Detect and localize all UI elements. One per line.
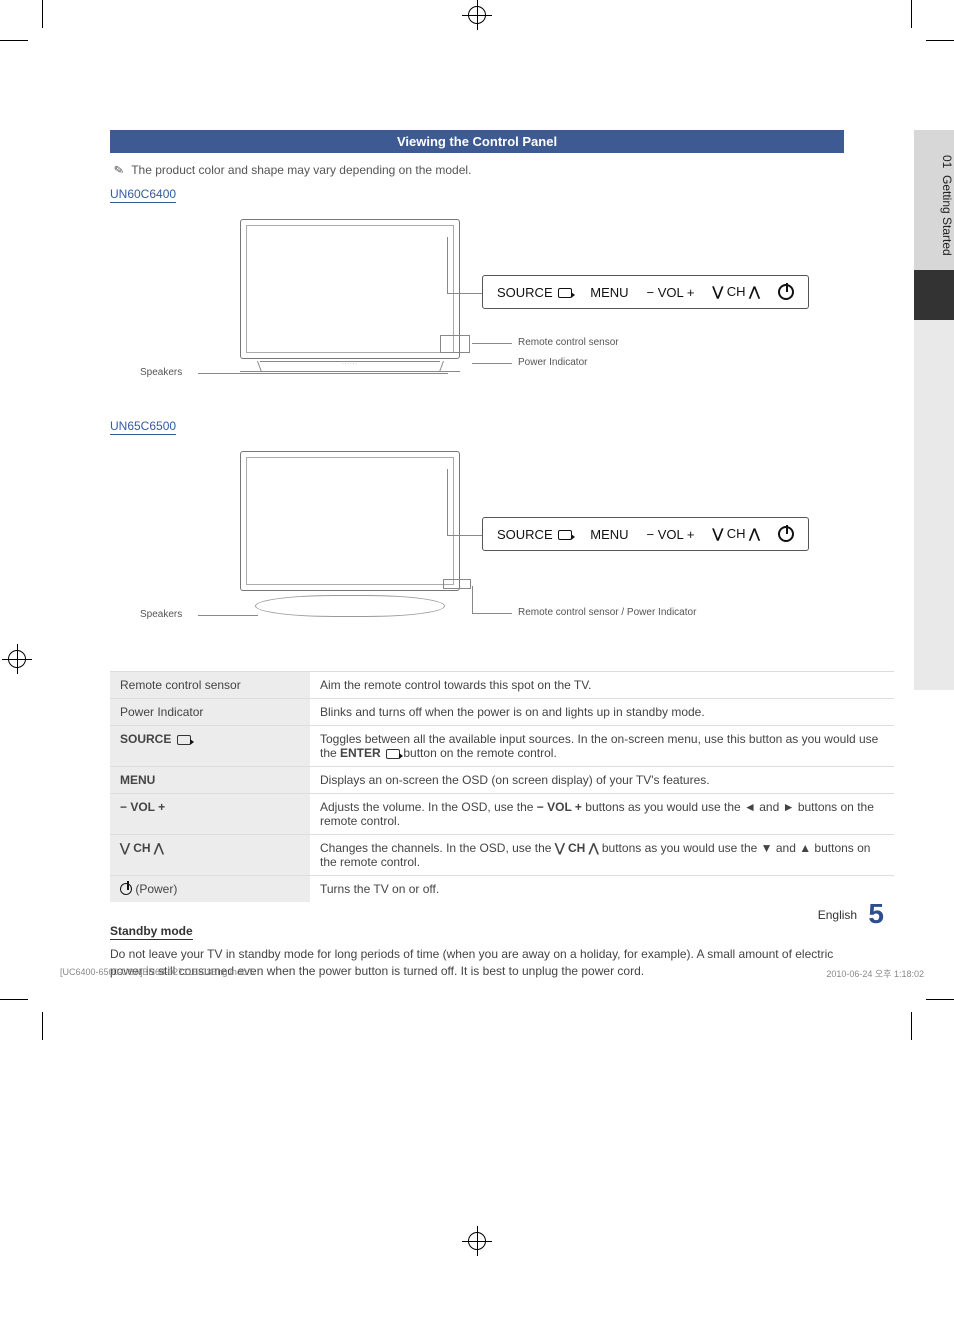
power-icon [120, 883, 132, 895]
table-row: SOURCE Toggles between all the available… [110, 726, 894, 767]
cell-desc: Toggles between all the available input … [310, 726, 894, 767]
table-row: ⋁ CH ⋀ Changes the channels. In the OSD,… [110, 835, 894, 876]
power-icon[interactable] [778, 526, 794, 542]
cell-desc: Displays an on-screen the OSD (on screen… [310, 767, 894, 794]
callout-combined: Remote control sensor / Power Indicator [518, 607, 696, 618]
print-footer: [UC6400-6500-USA]BN68-02711E-03Eng.indb … [60, 967, 924, 980]
callout-power-indicator: Power Indicator [518, 357, 587, 368]
menu-button[interactable]: MENU [590, 285, 628, 300]
note-line: ✎ The product color and shape may vary d… [114, 163, 894, 177]
table-row: (Power) Turns the TV on or off. [110, 876, 894, 903]
enter-icon [558, 530, 572, 540]
section-title: Viewing the Control Panel [397, 134, 557, 149]
cell-desc: Adjusts the volume. In the OSD, use the … [310, 794, 894, 835]
table-row: − VOL + Adjusts the volume. In the OSD, … [110, 794, 894, 835]
control-panel-strip: SOURCE MENU − VOL + ⋁ CH ⋀ [482, 275, 809, 309]
cell-desc: Changes the channels. In the OSD, use th… [310, 835, 894, 876]
footer-language: English [818, 908, 857, 922]
note-icon: ✎ [113, 162, 125, 178]
enter-icon [558, 288, 572, 298]
section-header: Viewing the Control Panel [110, 130, 844, 153]
cell-desc: Turns the TV on or off. [310, 876, 894, 903]
menu-button[interactable]: MENU [590, 527, 628, 542]
chapter-number: 01 [940, 155, 954, 168]
cell-label: SOURCE [110, 726, 310, 767]
model-heading-1: UN60C6400 [110, 187, 176, 203]
enter-icon [177, 735, 191, 745]
chapter-tab: 01 Getting Started [914, 130, 954, 690]
chapter-title: Getting Started [940, 175, 954, 256]
volume-buttons[interactable]: − VOL + [647, 285, 695, 300]
diagram-model-2: ∙∙∙∙∙∙ Speakers Remote control sensor / … [110, 441, 844, 661]
cell-desc: Blinks and turns off when the power is o… [310, 699, 894, 726]
channel-buttons[interactable]: ⋁ CH ⋀ [712, 526, 759, 542]
callout-remote-sensor: Remote control sensor [518, 337, 619, 348]
cell-label: (Power) [110, 876, 310, 903]
source-button[interactable]: SOURCE [497, 285, 572, 300]
page-footer: English 5 [818, 898, 884, 930]
cell-label: ⋁ CH ⋀ [110, 835, 310, 876]
cell-desc: Aim the remote control towards this spot… [310, 672, 894, 699]
print-file: [UC6400-6500-USA]BN68-02711E-03Eng.indb … [60, 967, 254, 980]
table-row: Power Indicator Blinks and turns off whe… [110, 699, 894, 726]
control-panel-table: Remote control sensor Aim the remote con… [110, 671, 894, 902]
speakers-label: Speakers [140, 609, 182, 620]
page-number: 5 [868, 898, 884, 929]
registration-mark-icon [468, 1232, 486, 1250]
diagram-model-1: ∙∙∙∙∙∙ Speakers Remote control sensor Po… [110, 209, 844, 419]
cell-label: − VOL + [110, 794, 310, 835]
table-row: Remote control sensor Aim the remote con… [110, 672, 894, 699]
channel-buttons[interactable]: ⋁ CH ⋀ [712, 284, 759, 300]
note-text: The product color and shape may vary dep… [131, 163, 471, 177]
enter-icon [386, 749, 400, 759]
cell-label: MENU [110, 767, 310, 794]
power-icon[interactable] [778, 284, 794, 300]
standby-heading: Standby mode [110, 924, 193, 940]
speakers-label: Speakers [140, 367, 182, 378]
model-heading-2: UN65C6500 [110, 419, 176, 435]
print-timestamp: 2010-06-24 오후 1:18:02 [826, 967, 924, 980]
cell-label: Remote control sensor [110, 672, 310, 699]
source-button[interactable]: SOURCE [497, 527, 572, 542]
table-row: MENU Displays an on-screen the OSD (on s… [110, 767, 894, 794]
volume-buttons[interactable]: − VOL + [647, 527, 695, 542]
control-panel-strip: SOURCE MENU − VOL + ⋁ CH ⋀ [482, 517, 809, 551]
cell-label: Power Indicator [110, 699, 310, 726]
